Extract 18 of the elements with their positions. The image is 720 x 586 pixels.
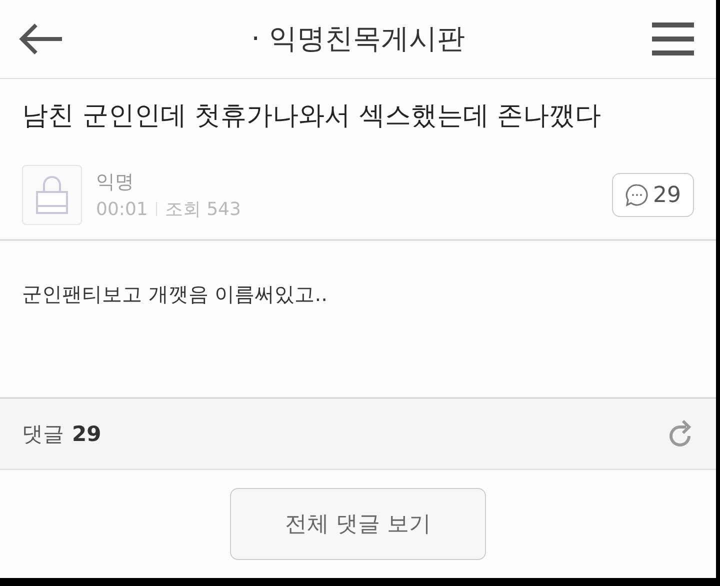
menu-icon [652, 22, 694, 56]
menu-button[interactable] [652, 22, 694, 56]
post-title: 남친 군인인데 첫휴가나와서 섹스했는데 존나깼다 [22, 100, 602, 132]
lock-icon [35, 175, 69, 215]
back-button[interactable] [18, 22, 64, 56]
comment-count-button[interactable]: 29 [612, 173, 694, 217]
back-arrow-icon [18, 22, 64, 56]
post-body: 군인팬티보고 개깻음 이름써있고.. [22, 281, 328, 308]
author-name: 익명 [96, 170, 135, 195]
comments-count: 29 [72, 422, 102, 446]
speech-bubble-icon [625, 183, 649, 207]
board-title: · 익명친목게시판 [251, 21, 465, 57]
post-time: 00:01 [96, 198, 148, 220]
refresh-icon [668, 419, 694, 449]
refresh-button[interactable] [668, 419, 694, 449]
view-count: 조회 543 [164, 198, 241, 221]
comments-label: 댓글 [22, 421, 64, 448]
view-all-comments-button[interactable]: 전체 댓글 보기 [230, 488, 486, 560]
